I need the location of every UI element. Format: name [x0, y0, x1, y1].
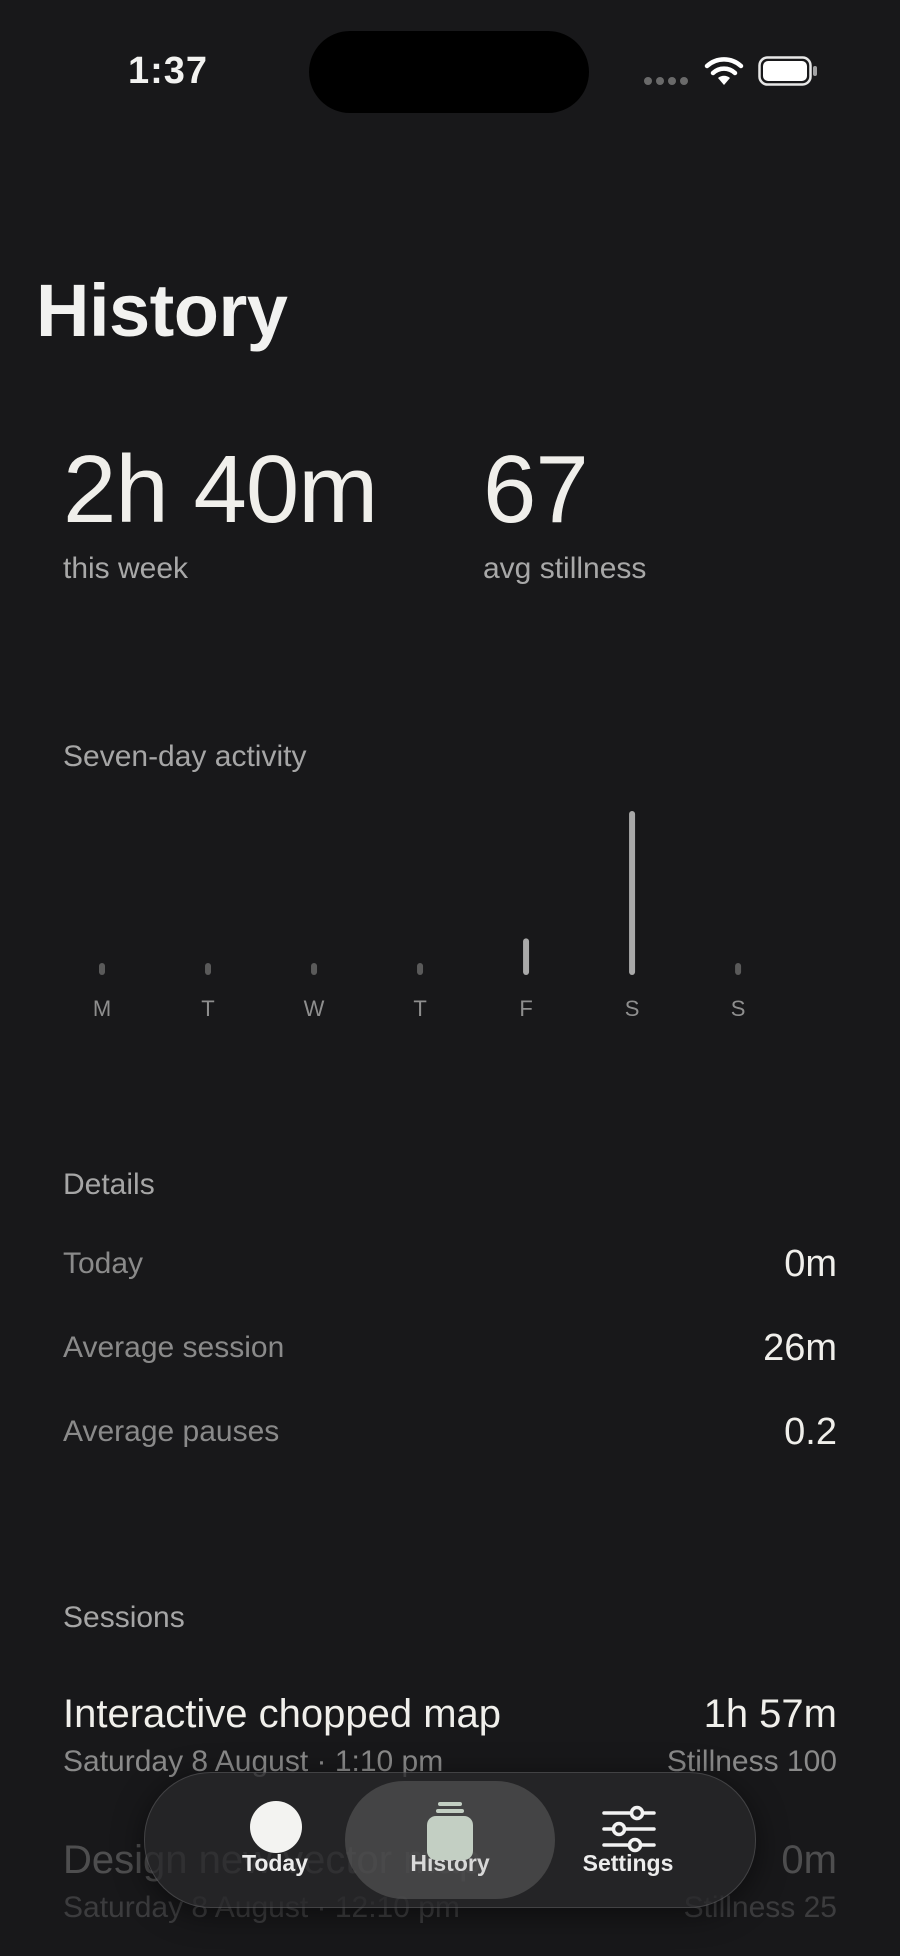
tab-settings[interactable]: Settings [553, 1781, 703, 1899]
detail-row-average-session: Average session 26m [63, 1326, 837, 1370]
details-heading: Details [63, 1168, 155, 1201]
detail-value: 0.2 [784, 1410, 837, 1453]
detail-key: Average session [63, 1331, 285, 1364]
tab-label: Settings [582, 1850, 674, 1876]
detail-value: 0m [784, 1242, 837, 1285]
cellular-signal-icon [644, 77, 688, 85]
session-duration: 1h 57m [703, 1692, 837, 1736]
chart-day-label: W [304, 996, 325, 1021]
session-item[interactable]: Interactive chopped map 1h 57m Saturday … [63, 1692, 837, 1779]
battery-icon [758, 56, 817, 86]
detail-key: Today [63, 1247, 144, 1280]
chart-day-label: M [93, 996, 111, 1021]
dynamic-island [309, 31, 589, 113]
chart-title: Seven-day activity [63, 740, 307, 773]
tab-history[interactable]: History [345, 1781, 555, 1899]
page-title: History [36, 269, 288, 352]
detail-value: 26m [763, 1326, 837, 1369]
tab-label: Today [241, 1850, 309, 1876]
jar-icon [427, 1802, 473, 1860]
tab-bar: Today History Settings [144, 1772, 756, 1908]
chart-day-label: S [625, 996, 640, 1021]
detail-row-average-pauses: Average pauses 0.2 [63, 1410, 837, 1454]
stat-value: 67 [483, 436, 589, 543]
sliders-icon [602, 1805, 656, 1853]
seven-day-activity-chart: MTWTFSS [93, 811, 746, 1021]
detail-row-today: Today 0m [63, 1242, 837, 1286]
stat-avg-stillness: 67 avg stillness [483, 440, 646, 586]
session-duration: 0m [781, 1838, 837, 1882]
status-time: 1:37 [128, 50, 209, 92]
stat-label: avg stillness [483, 552, 647, 585]
sessions-heading: Sessions [63, 1601, 185, 1634]
status-bar: 1:37 [0, 0, 900, 150]
tab-today[interactable]: Today [205, 1781, 345, 1899]
session-title: Interactive chopped map [63, 1692, 502, 1736]
stat-this-week: 2h 40m this week [63, 436, 378, 586]
stat-label: this week [63, 552, 189, 585]
circle-icon [250, 1801, 302, 1853]
stat-value: 2h 40m [63, 436, 378, 543]
chart-day-label: F [519, 996, 532, 1021]
chart-day-label: T [201, 996, 214, 1021]
chart-day-label: S [731, 996, 746, 1021]
detail-key: Average pauses [63, 1415, 280, 1448]
wifi-icon [704, 57, 744, 85]
chart-day-label: T [413, 996, 426, 1021]
